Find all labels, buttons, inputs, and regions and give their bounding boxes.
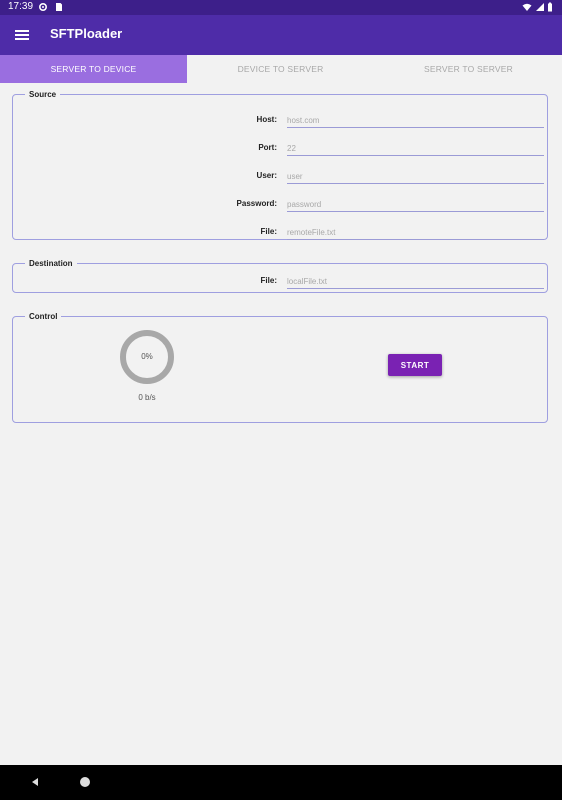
control-legend: Control <box>29 312 58 321</box>
local-file-row: File: <box>13 272 549 292</box>
local-file-label: File: <box>260 276 277 285</box>
host-row: Host: <box>13 111 549 131</box>
signal-icon <box>536 3 544 11</box>
app-title: SFTPloader <box>50 26 123 41</box>
remote-file-row: File: <box>13 223 549 243</box>
tab-bar: SERVER TO DEVICE DEVICE TO SERVER SERVER… <box>0 55 562 83</box>
host-input[interactable] <box>287 113 544 128</box>
home-icon[interactable] <box>80 777 90 787</box>
tab-server-to-server[interactable]: SERVER TO SERVER <box>375 55 562 83</box>
destination-section: Destination File: <box>12 259 548 293</box>
source-legend: Source <box>29 90 57 99</box>
status-time: 17:39 <box>8 1 34 12</box>
back-icon[interactable] <box>30 777 40 787</box>
user-input[interactable] <box>287 169 544 184</box>
port-label: Port: <box>258 143 277 152</box>
host-label: Host: <box>256 115 277 124</box>
hamburger-menu-icon[interactable] <box>14 27 30 43</box>
tab-device-to-server[interactable]: DEVICE TO SERVER <box>187 55 374 83</box>
gear-icon <box>38 2 48 12</box>
transfer-speed: 0 b/s <box>138 393 156 402</box>
destination-legend: Destination <box>29 259 73 268</box>
status-bar: 17:39 <box>0 0 562 15</box>
wifi-icon <box>522 3 532 11</box>
remote-file-label: File: <box>260 227 277 236</box>
tab-server-to-device[interactable]: SERVER TO DEVICE <box>0 55 187 83</box>
source-section: Source Host: Port: User: Password: File: <box>12 90 548 240</box>
port-row: Port: <box>13 139 549 159</box>
sim-card-icon <box>56 3 62 11</box>
remote-file-input[interactable] <box>287 225 544 240</box>
local-file-input[interactable] <box>287 274 544 289</box>
progress-ring: 0% <box>119 329 175 385</box>
start-button[interactable]: START <box>388 354 442 376</box>
navigation-bar <box>0 765 562 800</box>
app-bar: SFTPloader <box>0 15 562 55</box>
port-input[interactable] <box>287 141 544 156</box>
password-input[interactable] <box>287 197 544 212</box>
progress-percent: 0% <box>141 352 153 361</box>
battery-icon <box>548 2 552 12</box>
user-row: User: <box>13 167 549 187</box>
user-label: User: <box>256 171 277 180</box>
password-label: Password: <box>236 199 277 208</box>
control-section: Control 0% 0 b/s START <box>12 312 548 423</box>
password-row: Password: <box>13 195 549 215</box>
